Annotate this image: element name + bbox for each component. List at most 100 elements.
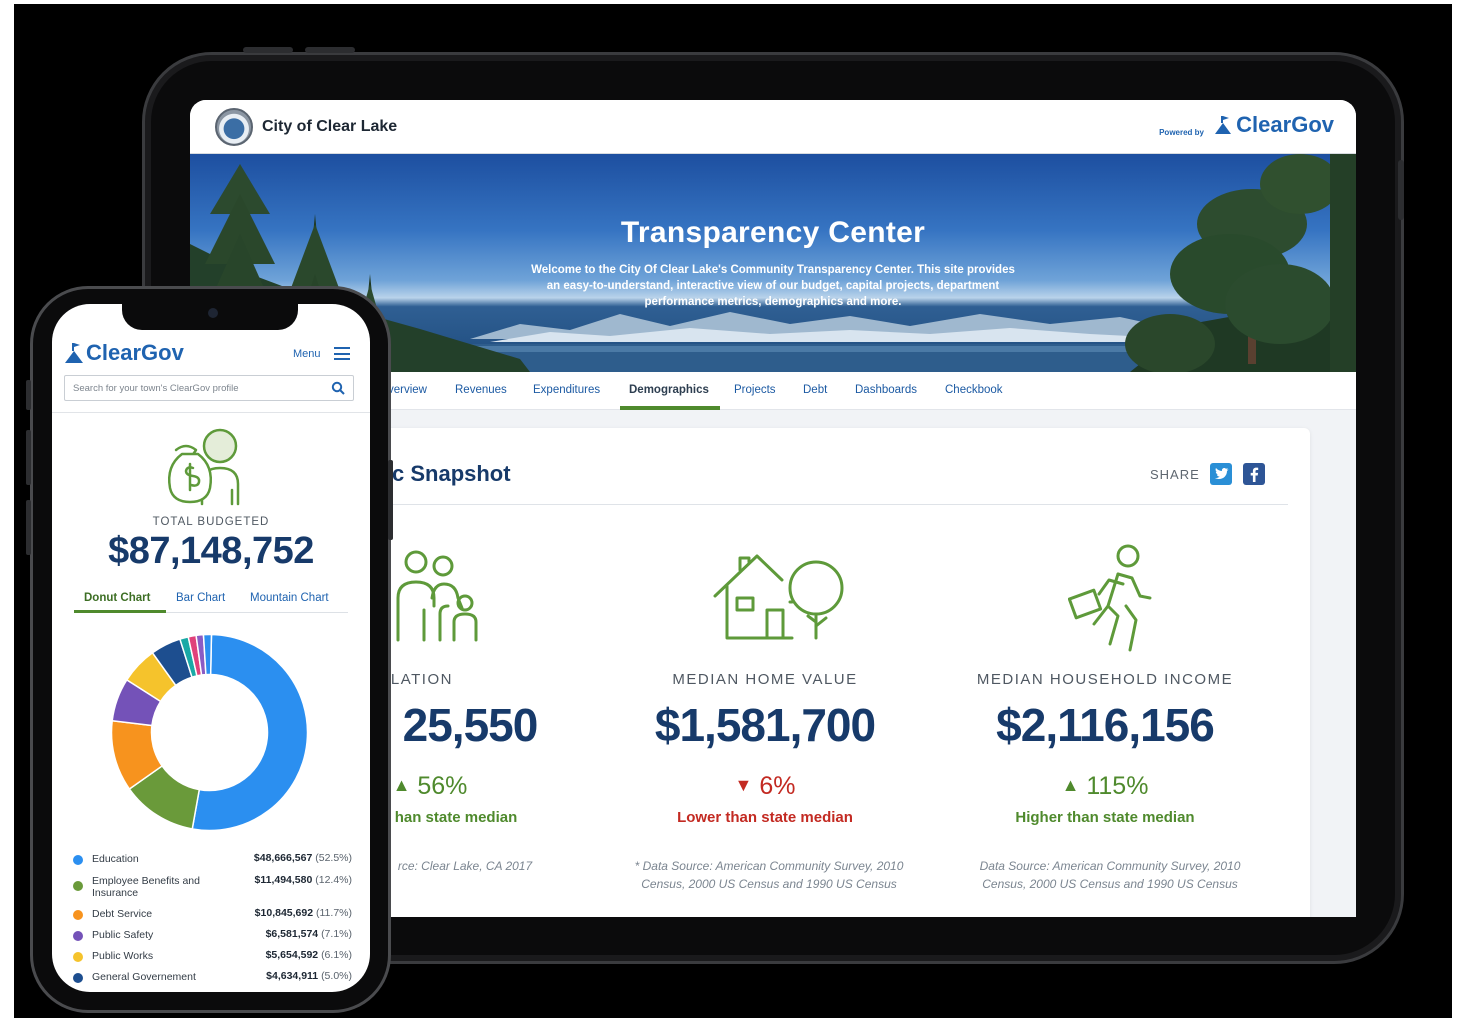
family-icon	[396, 550, 478, 642]
home-value: $1,581,700	[654, 699, 876, 751]
legend-value: $10,845,692	[254, 907, 314, 919]
legend-swatch	[73, 952, 83, 962]
legend-swatch	[73, 881, 83, 891]
legend-label: Public Works	[92, 950, 154, 962]
stage: City of Clear Lake Powered by ClearGov T…	[0, 0, 1458, 1022]
legend-item[interactable]: Debt Service $10,845,692 (11.7%)	[70, 907, 352, 927]
powered-by-label: Powered by	[1159, 128, 1204, 137]
search-icon[interactable]	[331, 381, 345, 395]
legend-label: General Governement	[92, 971, 196, 983]
hero-title: Transparency Center	[620, 216, 926, 249]
legend-swatch	[73, 931, 83, 941]
tab-mountain-chart[interactable]: Mountain Chart	[250, 592, 329, 604]
site-header: City of Clear Lake Powered by ClearGov	[190, 100, 1356, 154]
home-value-source: * Data Source: American Community Survey…	[634, 859, 904, 891]
legend-amount: $6,581,574 (7.1%)	[266, 928, 352, 940]
budget-donut-chart[interactable]	[107, 630, 312, 835]
facebook-share-icon[interactable]	[1243, 463, 1265, 485]
home-value-change: ▼ 6%	[605, 772, 925, 801]
legend-value: $6,581,574	[265, 928, 319, 940]
share-label: SHARE	[1150, 467, 1200, 482]
legend-label: Employee Benefits and Insurance	[92, 875, 200, 899]
tab-donut-chart[interactable]: Donut Chart	[84, 592, 150, 604]
household-income-value: $2,116,156	[996, 699, 1215, 751]
tablet-volume-button	[243, 47, 293, 53]
snapshot-divider	[390, 504, 1288, 505]
legend-swatch	[73, 973, 83, 983]
tablet-volume-button	[305, 47, 355, 53]
legend-item[interactable]: General Governement $4,634,911 (5.0%)	[70, 970, 352, 990]
legend-amount: $48,666,567 (52.5%)	[254, 852, 352, 864]
nav-debt[interactable]: Debt	[803, 384, 827, 396]
hero-subtitle: Welcome to the City Of Clear Lake's Comm…	[531, 264, 1015, 308]
total-budgeted-value: $87,148,752	[108, 530, 314, 572]
total-budgeted-label: TOTAL BUDGETED	[152, 516, 270, 528]
city-seal-icon[interactable]	[215, 108, 253, 146]
businessperson-icon	[1068, 544, 1152, 652]
legend-value: $4,634,911	[266, 970, 319, 982]
phone-mute-switch	[26, 380, 31, 410]
nav-dashboards[interactable]: Dashboards	[855, 384, 917, 396]
cleargov-mark-icon	[65, 343, 83, 363]
legend-item[interactable]: Public Works $5,654,592 (6.1%)	[70, 949, 352, 969]
home-value-label: MEDIAN HOME VALUE	[672, 671, 858, 688]
cleargov-wordmark: ClearGov	[1236, 112, 1334, 137]
legend-percent: (52.5%)	[315, 852, 352, 864]
house-tree-icon	[713, 554, 844, 640]
down-arrow-icon: ▼	[734, 775, 753, 795]
phone-notch	[122, 300, 298, 330]
nav-checkbook[interactable]: Checkbook	[945, 384, 1003, 396]
header-divider	[52, 412, 370, 413]
household-income-change-value: 115%	[1086, 772, 1149, 800]
up-arrow-icon: ▲	[392, 775, 411, 795]
legend-label: Education	[92, 853, 139, 865]
legend-value: $5,654,592	[265, 949, 319, 961]
tab-bar-chart[interactable]: Bar Chart	[176, 592, 225, 604]
nav-overview[interactable]: verview	[388, 384, 427, 396]
front-camera-icon	[208, 308, 218, 318]
hamburger-menu-icon[interactable]	[334, 347, 350, 360]
snapshot-title: c Snapshot	[392, 461, 511, 486]
legend-percent: (6.1%)	[321, 949, 352, 961]
nav-revenues[interactable]: Revenues	[455, 384, 507, 396]
nav-active-indicator	[620, 406, 720, 410]
legend-item[interactable]: Education $48,666,567 (52.5%)	[70, 852, 352, 872]
phone-power-button	[388, 460, 393, 540]
search-input[interactable]: Search for your town's ClearGov profile	[64, 375, 354, 401]
tab-active-indicator	[74, 610, 166, 613]
legend-amount: $10,845,692 (11.7%)	[255, 907, 352, 919]
legend-amount: $5,654,592 (6.1%)	[266, 949, 352, 961]
household-income-label: MEDIAN HOUSEHOLD INCOME	[976, 671, 1234, 688]
cleargov-wordmark: ClearGov	[86, 340, 184, 365]
legend-amount: $4,634,911 (5.0%)	[266, 970, 352, 982]
household-income-source: Data Source: American Community Survey, …	[979, 859, 1241, 891]
cleargov-logo[interactable]: ClearGov	[1213, 112, 1334, 138]
city-name[interactable]: City of Clear Lake	[262, 118, 397, 136]
legend-item[interactable]: Public Safety $6,581,574 (7.1%)	[70, 928, 352, 948]
legend-percent: (7.1%)	[321, 928, 352, 940]
phone-volume-button	[26, 500, 31, 555]
legend-swatch	[73, 855, 83, 865]
home-value-compare: Lower than state median	[677, 809, 853, 826]
legend-label: Debt Service	[92, 908, 153, 920]
legend-swatch	[73, 910, 83, 920]
phone-screen: ClearGov Menu Search for your town's Cle…	[52, 304, 370, 992]
up-arrow-icon: ▲	[1061, 775, 1080, 795]
legend-value: $11,494,580	[254, 874, 313, 886]
nav-projects[interactable]: Projects	[734, 384, 776, 396]
legend-item[interactable]: Employee Benefits and Insurance $11,494,…	[70, 874, 352, 902]
nav-expenditures[interactable]: Expenditures	[533, 384, 600, 396]
legend-label: Public Safety	[92, 929, 154, 941]
menu-label[interactable]: Menu	[293, 348, 321, 360]
household-income-change: ▲ 115%	[945, 772, 1265, 801]
twitter-share-icon[interactable]	[1210, 463, 1232, 485]
legend-percent: (12.4%)	[315, 874, 352, 886]
money-bag-person-icon	[168, 428, 240, 506]
legend-amount: $11,494,580 (12.4%)	[255, 874, 353, 886]
phone-cleargov-logo[interactable]: ClearGov	[64, 340, 184, 366]
population-change-value: 56%	[417, 772, 468, 800]
legend-percent: (11.7%)	[316, 907, 352, 919]
nav-demographics[interactable]: Demographics	[629, 384, 709, 396]
legend-value: $48,666,567	[253, 852, 313, 864]
legend-percent: (5.0%)	[321, 970, 352, 982]
